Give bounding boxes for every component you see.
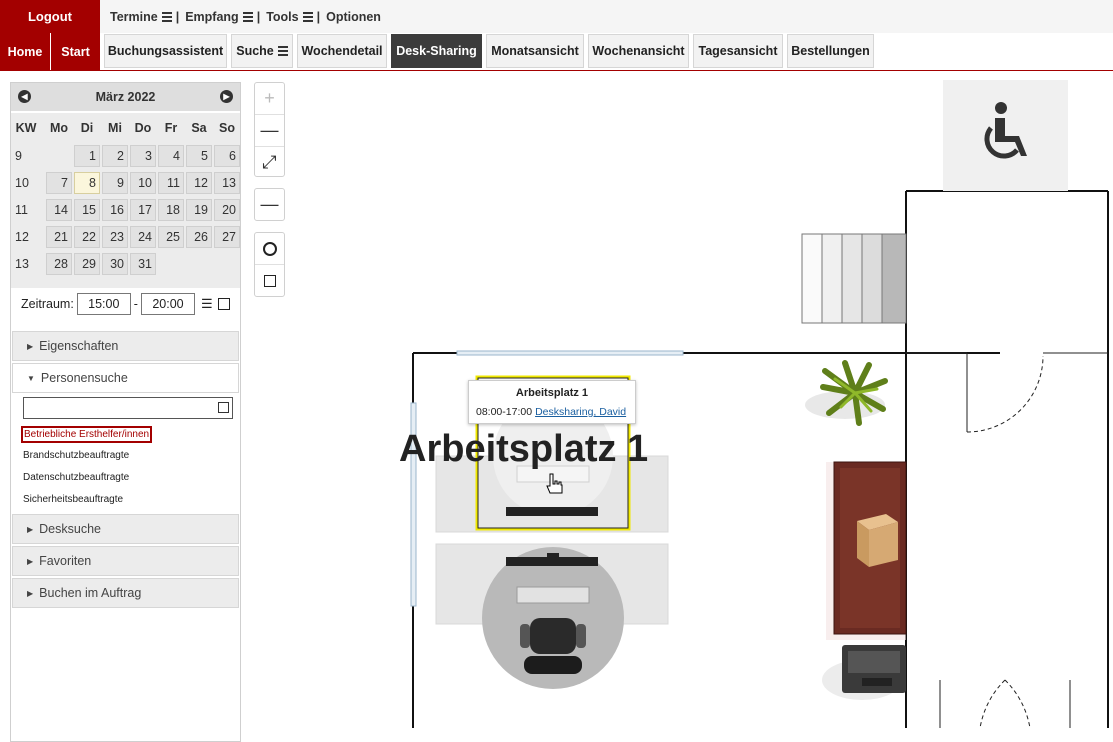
zoom-out-button[interactable]: — [255,115,284,147]
next-month-icon[interactable]: ▶ [220,90,233,103]
zeitraum-label: Zeitraum: [21,297,74,311]
stairs [801,233,907,324]
accordion-desksuche[interactable]: ▶ Desksuche [12,514,239,544]
calendar-month: März 2022 [95,90,156,104]
calendar-day[interactable]: 2 [102,145,128,167]
calendar-header: ◀ März 2022 ▶ [11,83,240,111]
calendar-day[interactable]: 9 [102,172,128,194]
calendar-grid: KW Mo Di Mi Do Fr Sa So 9 1 2 3 4 5 6 10 7 8 9 10 11 12 13 11 14… [11,113,240,288]
edit-icon[interactable] [218,402,229,413]
desk-label: Arbeitsplatz 1 [399,428,649,470]
accordion-buchen[interactable]: ▶ Buchen im Auftrag [12,578,239,608]
prev-month-icon[interactable]: ◀ [18,90,31,103]
calendar-day[interactable]: 18 [158,199,184,221]
calendar-day[interactable]: 4 [158,145,184,167]
calendar-day[interactable]: 29 [74,253,100,275]
calendar-day[interactable]: 6 [214,145,240,167]
popup-booking: 08:00-17:00 Desksharing, David [476,406,626,418]
time-from-input[interactable]: 15:00 [76,293,131,315]
zoom-controls: + — ⤢ [254,82,285,177]
popup-time: 08:00-17:00 [476,406,533,418]
person-link-sicherheit[interactable]: Sicherheitsbeauftragte [23,494,123,505]
calendar-day[interactable]: 27 [214,226,240,248]
calendar-day[interactable]: 10 [130,172,156,194]
calendar-day[interactable]: 20 [214,199,240,221]
calendar-day[interactable]: 23 [102,226,128,248]
calendar-weekday-header: Fr [164,121,178,135]
calendar-week-number: 13 [15,257,29,271]
caret-down-icon: ▼ [27,373,35,383]
person-button[interactable] [255,265,284,296]
caret-right-icon: ▶ [27,524,34,534]
caret-right-icon: ▶ [27,556,34,566]
caret-right-icon: ▶ [27,588,34,598]
calendar-day[interactable]: 5 [186,145,212,167]
person-link-brandschutz[interactable]: Brandschutzbeauftragte [23,450,129,461]
calendar-day[interactable]: 24 [130,226,156,248]
circle-icon [262,241,277,256]
calendar-day[interactable]: 30 [102,253,128,275]
layer-controls [254,232,285,297]
expand-icon: ⤢ [262,152,277,172]
accordion-eigenschaften[interactable]: ▶ Eigenschaften [12,331,239,361]
calendar-day[interactable]: 15 [74,199,100,221]
accordion-personensuche[interactable]: ▼ Personensuche [12,363,239,393]
calendar-weekday-header: Di [80,121,94,135]
plant-icon [805,360,888,426]
calendar-day[interactable]: 26 [186,226,212,248]
caret-right-icon: ▶ [27,341,34,351]
zeitraum-row: Zeitraum: 15:00 - 20:00 ☰ [21,293,230,315]
box-icon [857,514,898,567]
save-icon[interactable] [217,298,230,310]
calendar-day[interactable]: 7 [46,172,72,194]
minimize-control: — [254,188,285,221]
calendar-weekday-header: Sa [191,121,207,135]
zoom-in-button[interactable]: + [255,83,284,115]
popup-title: Arbeitsplatz 1 [515,387,589,399]
calendar-weekday-header: So [219,121,235,135]
calendar-day[interactable]: 14 [46,199,72,221]
calendar-day[interactable]: 25 [158,226,184,248]
calendar-day[interactable]: 21 [46,226,72,248]
minus-button[interactable]: — [255,189,284,220]
calendar-week-number: 12 [15,230,29,244]
calendar-day[interactable]: 19 [186,199,212,221]
sidebar: ◀ März 2022 ▶ KW Mo Di Mi Do Fr Sa So 9 1 2 3 4 5 6 10 7… [10,82,241,742]
calendar-week-number: 9 [15,149,22,163]
person-link-ersthelfer[interactable]: Betriebliche Ersthelfer/innen [21,426,153,443]
calendar-day[interactable]: 11 [158,172,184,194]
person-search-input[interactable] [23,397,233,419]
popup-person-link[interactable]: Desksharing, David [535,406,626,418]
desk-popup: Arbeitsplatz 1 08:00-17:00 Desksharing, D… [468,380,636,424]
fullscreen-button[interactable]: ⤢ [255,147,284,178]
calendar-day[interactable]: 16 [102,199,128,221]
calendar-weekday-header: KW [15,121,37,135]
calendar-day[interactable]: 17 [130,199,156,221]
time-to-input[interactable]: 20:00 [140,293,195,315]
person-icon [263,274,276,287]
calendar-weekday-header: Do [134,121,152,135]
calendar-week-number: 10 [15,176,29,190]
circle-button[interactable] [255,233,284,265]
calendar-day[interactable]: 31 [130,253,156,275]
list-icon[interactable]: ☰ [201,296,213,312]
calendar-day[interactable]: 1 [74,145,100,167]
calendar-day[interactable]: 13 [214,172,240,194]
person-link-datenschutz[interactable]: Datenschutzbeauftragte [23,472,129,483]
calendar-day[interactable]: 22 [74,226,100,248]
calendar-day[interactable]: 28 [46,253,72,275]
calendar-day[interactable]: 3 [130,145,156,167]
accessible-area [943,80,1068,191]
accordion-favoriten[interactable]: ▶ Favoriten [12,546,239,576]
calendar-week-number: 11 [15,203,28,217]
calendar-weekday-header: Mo [49,121,69,135]
calendar-day[interactable]: 8 [74,172,100,194]
calendar-weekday-header: Mi [108,121,122,135]
calendar-day[interactable]: 12 [186,172,212,194]
wheelchair-icon [984,102,1027,159]
